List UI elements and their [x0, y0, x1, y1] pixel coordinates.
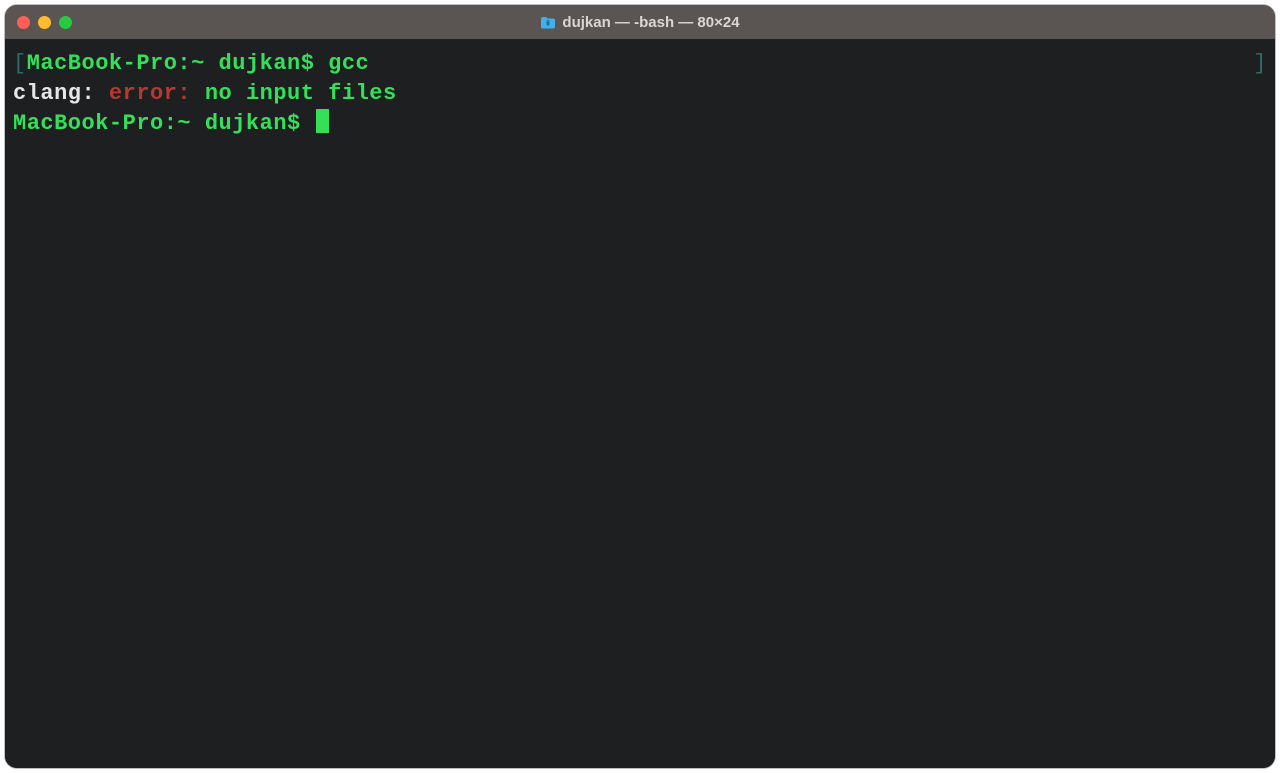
title-center: dujkan — -bash — 80×24	[5, 14, 1275, 31]
folder-icon	[540, 16, 556, 29]
close-icon[interactable]	[17, 16, 30, 29]
clang-prefix: clang:	[13, 81, 109, 106]
minimize-icon[interactable]	[38, 16, 51, 29]
titlebar[interactable]: dujkan — -bash — 80×24	[5, 5, 1275, 39]
cursor	[316, 109, 329, 133]
prompt-1: MacBook-Pro:~ dujkan$	[27, 51, 328, 76]
terminal-line-2: clang: error: no input files	[13, 79, 1267, 109]
command-1: gcc	[328, 51, 369, 76]
terminal-window: dujkan — -bash — 80×24 ] [MacBook-Pro:~ …	[5, 5, 1275, 768]
error-label: error:	[109, 81, 205, 106]
terminal-body[interactable]: ] [MacBook-Pro:~ dujkan$ gcc clang: erro…	[5, 39, 1275, 768]
prompt-2: MacBook-Pro:~ dujkan$	[13, 111, 314, 136]
terminal-line-3: MacBook-Pro:~ dujkan$	[13, 109, 1267, 139]
window-title: dujkan — -bash — 80×24	[562, 14, 739, 31]
terminal-line-1: [MacBook-Pro:~ dujkan$ gcc	[13, 49, 1267, 79]
traffic-lights	[17, 16, 72, 29]
bracket-right: ]	[1253, 49, 1267, 79]
error-message: no input files	[205, 81, 397, 106]
maximize-icon[interactable]	[59, 16, 72, 29]
bracket-left: [	[13, 51, 27, 76]
